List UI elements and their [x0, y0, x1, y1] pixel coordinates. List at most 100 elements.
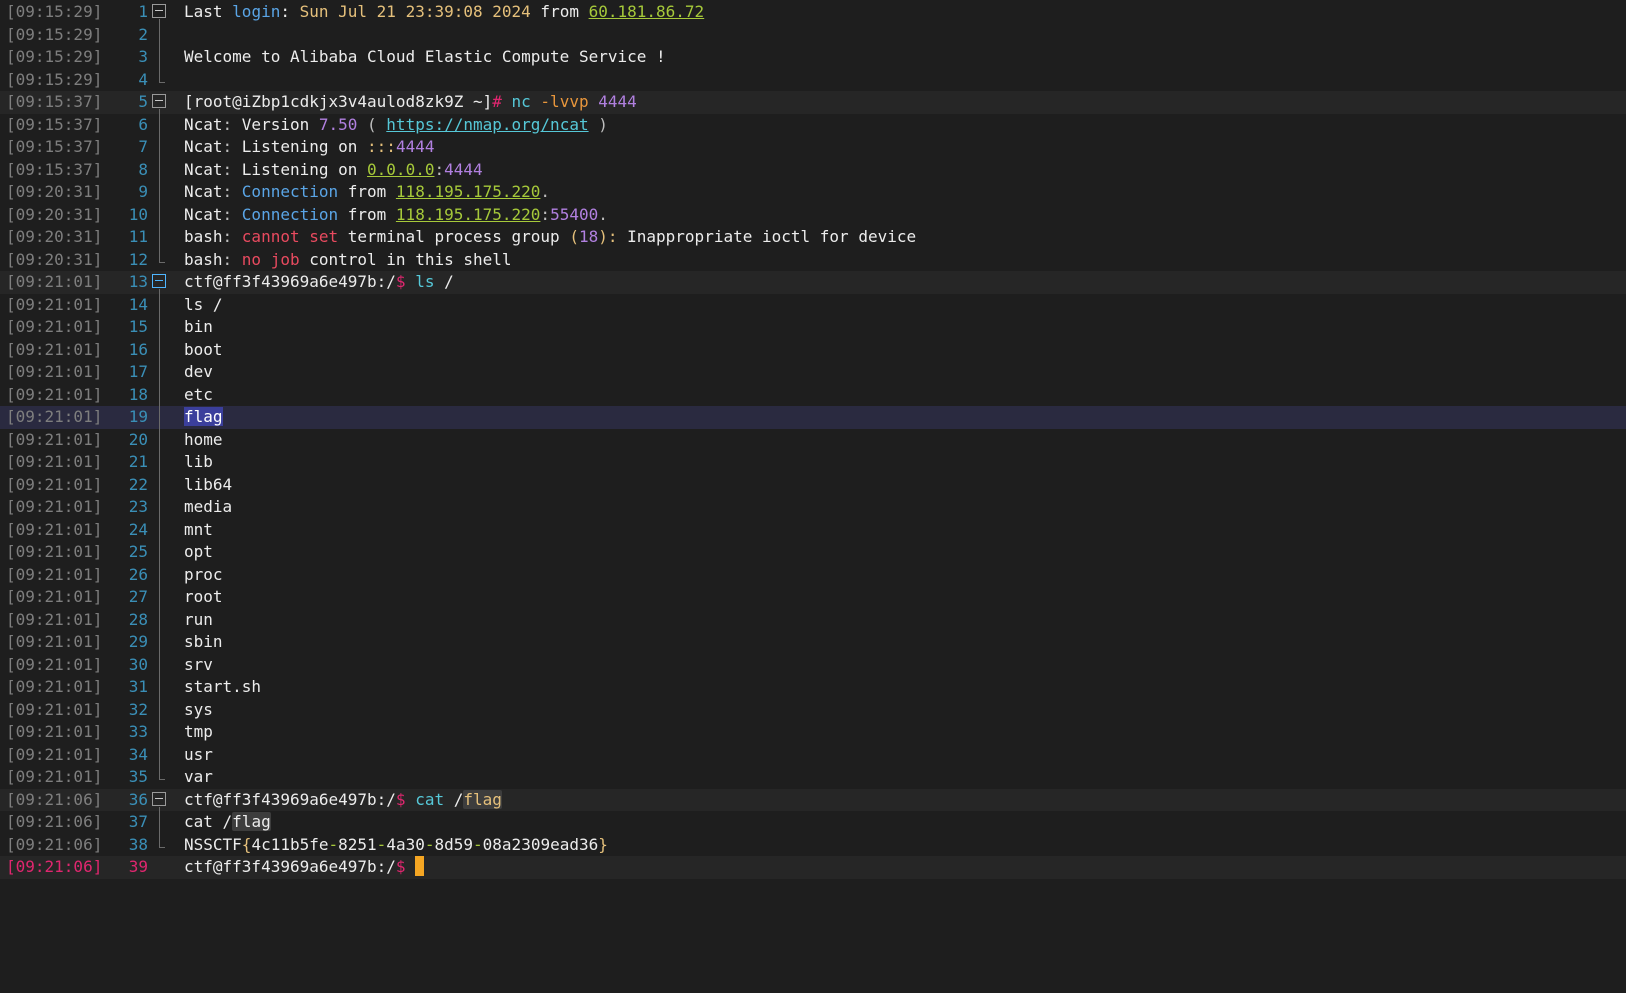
line-text[interactable]: Ncat: Listening on 0.0.0.0:4444 — [184, 159, 483, 182]
terminal-line[interactable]: [09:21:01] 31 start.sh — [0, 676, 1626, 699]
line-text[interactable]: Ncat: Version 7.50 ( https://nmap.org/nc… — [184, 114, 608, 137]
terminal-line[interactable]: [09:21:01] 13 ctf@ff3f43969a6e497b:/$ ls / — [0, 271, 1626, 294]
terminal-line[interactable]: [09:21:01] 35 var — [0, 766, 1626, 789]
terminal-line[interactable]: [09:15:29] 1 Last login: Sun Jul 21 23:39:… — [0, 1, 1626, 24]
terminal-line[interactable]: [09:21:01] 24 mnt — [0, 518, 1626, 542]
terminal-line[interactable]: [09:21:01] 22 lib64 — [0, 473, 1626, 497]
text-cursor — [415, 856, 425, 876]
terminal-line[interactable]: [09:21:06] 39 ctf@ff3f43969a6e497b:/$ — [0, 856, 1626, 879]
fold-guide-line — [159, 563, 160, 586]
terminal-line[interactable]: [09:21:01] 20 home — [0, 428, 1626, 452]
line-number: 35 — [128, 767, 148, 786]
fold-guide-line — [159, 158, 160, 181]
text-segment: Ncat — [184, 204, 223, 224]
fold-guide-line — [159, 721, 160, 744]
terminal-line[interactable]: [09:21:01] 30 srv — [0, 653, 1626, 677]
line-text[interactable]: flag — [184, 406, 223, 429]
terminal-line[interactable]: [09:15:37] 7 Ncat: Listening on :::4444 — [0, 136, 1626, 159]
terminal-line[interactable]: [09:15:29] 2 — [0, 23, 1626, 46]
terminal-line[interactable]: [09:21:01] 26 proc — [0, 563, 1626, 587]
line-text[interactable]: Ncat: Connection from 118.195.175.220:55… — [184, 204, 608, 227]
line-number: 5 — [138, 92, 148, 111]
terminal-line[interactable]: [09:21:06] 36 ctf@ff3f43969a6e497b:/$ cat … — [0, 788, 1626, 812]
line-text[interactable]: Last login: Sun Jul 21 23:39:08 2024 fro… — [184, 1, 704, 24]
text-segment: 55400 — [550, 204, 599, 224]
line-text[interactable]: root — [184, 586, 223, 609]
line-text[interactable]: Ncat: Listening on :::4444 — [184, 136, 434, 159]
text-segment: } — [598, 834, 608, 854]
line-text[interactable]: mnt — [184, 519, 213, 542]
line-text[interactable]: dev — [184, 361, 213, 384]
line-text[interactable]: sbin — [184, 631, 223, 654]
terminal-line[interactable]: [09:21:01] 19 flag — [0, 406, 1626, 429]
terminal-line[interactable]: [09:20:31] 9 Ncat: Connection from 118.195… — [0, 181, 1626, 204]
fold-collapse-icon[interactable] — [152, 94, 166, 108]
line-text[interactable]: Welcome to Alibaba Cloud Elastic Compute… — [184, 46, 666, 69]
line-text[interactable]: sys — [184, 699, 213, 722]
line-text[interactable]: var — [184, 766, 213, 789]
line-number: 34 — [128, 744, 148, 764]
line-text[interactable]: run — [184, 609, 213, 632]
terminal-line[interactable]: [09:21:01] 32 sys — [0, 698, 1626, 722]
terminal-line[interactable]: [09:21:01] 17 dev — [0, 361, 1626, 384]
line-text[interactable]: proc — [184, 564, 223, 587]
line-text[interactable]: boot — [184, 339, 223, 362]
line-text[interactable]: ls / — [184, 294, 223, 317]
line-text[interactable]: ctf@ff3f43969a6e497b:/$ ls / — [184, 271, 454, 294]
line-text[interactable]: ctf@ff3f43969a6e497b:/$ — [184, 856, 425, 879]
terminal-output[interactable]: [09:15:29] 1 Last login: Sun Jul 21 23:39:… — [0, 1, 1626, 879]
line-text[interactable]: media — [184, 496, 232, 519]
terminal-line[interactable]: [09:21:01] 15 bin — [0, 316, 1626, 339]
terminal-line[interactable]: [09:15:29] 4 — [0, 68, 1626, 92]
terminal-line[interactable]: [09:15:37] 5 [root@iZbp1cdkjx3v4aulod8zk9Z… — [0, 91, 1626, 114]
terminal-line[interactable]: [09:21:01] 21 lib — [0, 451, 1626, 474]
line-text[interactable]: home — [184, 429, 223, 452]
terminal-line[interactable]: [09:20:31] 12 bash: no job control in this… — [0, 248, 1626, 272]
terminal-line[interactable]: [09:20:31] 11 bash: cannot set terminal pr… — [0, 226, 1626, 249]
terminal-line[interactable]: [09:21:01] 16 boot — [0, 338, 1626, 362]
line-text[interactable]: lib64 — [184, 474, 232, 497]
line-text[interactable]: NSSCTF{4c11b5fe-8251-4a30-8d59-08a2309ea… — [184, 834, 608, 857]
text-segment: ::: — [367, 137, 396, 156]
terminal-line[interactable]: [09:21:01] 14 ls / — [0, 293, 1626, 317]
terminal-line[interactable]: [09:15:37] 8 Ncat: Listening on 0.0.0.0:44… — [0, 158, 1626, 182]
terminal-line[interactable]: [09:21:01] 27 root — [0, 586, 1626, 609]
terminal-line[interactable]: [09:21:01] 23 media — [0, 496, 1626, 519]
line-text[interactable]: start.sh — [184, 676, 261, 699]
terminal-line[interactable]: [09:21:01] 33 tmp — [0, 721, 1626, 744]
terminal-line[interactable]: [09:20:31] 10 Ncat: Connection from 118.19… — [0, 203, 1626, 227]
text-segment: mnt — [184, 519, 213, 539]
terminal-window[interactable]: [09:15:29] 1 Last login: Sun Jul 21 23:39:… — [0, 0, 1626, 993]
line-text[interactable]: srv — [184, 654, 213, 677]
line-text[interactable]: etc — [184, 384, 213, 407]
line-text[interactable]: usr — [184, 744, 213, 767]
line-text[interactable]: [root@iZbp1cdkjx3v4aulod8zk9Z ~]# nc -lv… — [184, 91, 637, 114]
fold-collapse-icon[interactable] — [152, 274, 166, 288]
line-text[interactable]: cat /flag — [184, 811, 271, 834]
terminal-line[interactable]: [09:21:01] 34 usr — [0, 743, 1626, 767]
line-text[interactable]: lib — [184, 451, 213, 474]
text-segment: boot — [184, 339, 223, 359]
line-text[interactable]: bash: no job control in this shell — [184, 249, 512, 272]
line-text[interactable]: ctf@ff3f43969a6e497b:/$ cat /flag — [184, 789, 502, 812]
terminal-line[interactable]: [09:21:01] 29 sbin — [0, 631, 1626, 654]
fold-collapse-icon[interactable] — [152, 4, 166, 18]
line-text[interactable]: bash: cannot set terminal process group … — [184, 226, 916, 249]
line-text[interactable]: bin — [184, 316, 213, 339]
text-segment: media — [184, 497, 233, 516]
fold-collapse-icon[interactable] — [152, 791, 166, 806]
terminal-line[interactable]: [09:15:37] 6 Ncat: Version 7.50 ( https://… — [0, 113, 1626, 137]
terminal-line[interactable]: [09:21:06] 37 cat /flag — [0, 811, 1626, 834]
terminal-line[interactable]: [09:21:01] 18 etc — [0, 383, 1626, 407]
line-number: 1 — [138, 2, 148, 21]
line-text[interactable]: opt — [184, 541, 213, 564]
fold-guide-line — [159, 586, 160, 609]
line-number: 16 — [128, 339, 148, 359]
terminal-line[interactable]: [09:21:06] 38 NSSCTF{4c11b5fe-8251-4a30-8d… — [0, 833, 1626, 857]
terminal-line[interactable]: [09:21:01] 25 opt — [0, 541, 1626, 564]
terminal-line[interactable]: [09:21:01] 28 run — [0, 608, 1626, 632]
timestamp: [09:20:31] — [6, 249, 103, 269]
terminal-line[interactable]: [09:15:29] 3 Welcome to Alibaba Cloud Elas… — [0, 46, 1626, 69]
line-text[interactable]: Ncat: Connection from 118.195.175.220. — [184, 181, 550, 204]
line-text[interactable]: tmp — [184, 721, 213, 744]
